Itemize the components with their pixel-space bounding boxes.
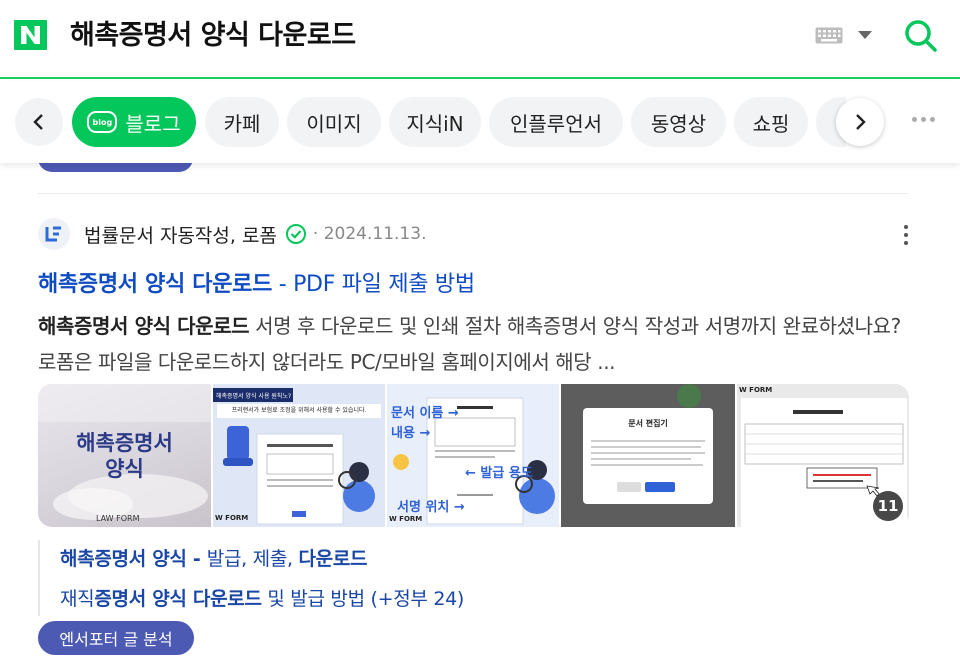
blog-icon: blog (87, 111, 118, 133)
desc-highlight: 해촉증명서 양식 다운로드 (38, 314, 250, 338)
tab-shopping[interactable]: 쇼핑 (734, 97, 808, 147)
more-icon[interactable] (912, 117, 935, 122)
tab-label: 이미지 (306, 111, 362, 136)
sublink2-prefix: 재직 (60, 588, 95, 610)
thumb3-footer: W FORM (389, 515, 423, 523)
sub-links: 해촉증명서 양식 - 발급, 제출, 다운로드 재직증명서 양식 다운로드 및 … (38, 540, 638, 616)
thumbnail-2[interactable]: 해촉증명서 양식 사용 원칙노? 프리랜서가 보험료 조정을 위해서 사용할 수… (213, 384, 385, 527)
thumb5-header: W FORM (739, 386, 773, 394)
search-header: 해촉증명서 양식 다운로드 (0, 0, 960, 79)
result-divider (38, 193, 908, 194)
search-icon[interactable] (902, 17, 940, 55)
tab-label: 지식iN (406, 111, 464, 136)
sublink2-text: 및 발급 방법 (+정부 24) (261, 588, 465, 610)
title-highlight: 해촉증명서 양식 다운로드 (38, 272, 273, 297)
lawform-logo-icon (38, 218, 70, 250)
source-name[interactable]: 법률문서 자동작성, 로폼 (84, 221, 277, 248)
thumbnail-1[interactable]: 해촉증명서 양식 LAW FORM (38, 384, 211, 527)
tab-label: 블로그 (125, 111, 181, 136)
result-title-link[interactable]: 해촉증명서 양식 다운로드 - PDF 파일 제출 방법 (38, 266, 475, 298)
tab-label: 인플루언서 (510, 111, 602, 136)
thumb3-label-sign: 서명 위치 → (397, 500, 465, 515)
thumb2-footer: W FORM (215, 514, 249, 522)
sublink2-highlight: 증명서 양식 다운로드 (94, 588, 262, 610)
tabs-next-button[interactable] (836, 98, 884, 146)
search-query-input[interactable]: 해촉증명서 양식 다운로드 (70, 14, 356, 58)
tab-label: 동영상 (650, 111, 707, 136)
thumbnail-3[interactable]: 문서 이름 → 내용 → ← 발급 용도 서명 위치 → W FORM (387, 384, 559, 527)
keyboard-icon[interactable] (815, 27, 843, 44)
more-options-icon[interactable] (902, 225, 910, 245)
result-description[interactable]: 해촉증명서 양식 다운로드 서명 후 다운로드 및 인쇄 절차 해촉증명서 양식… (38, 308, 910, 380)
chevron-down-icon[interactable] (858, 31, 872, 39)
thumbnail-5[interactable]: W FORM 11 (737, 384, 909, 527)
search-tab-bar: blog 블로그 카페 이미지 지식iN 인플루언서 동영상 쇼핑 (0, 81, 960, 163)
title-rest: - PDF 파일 제출 방법 (272, 272, 475, 297)
thumb1-footer: LAW FORM (96, 514, 140, 523)
tab-images[interactable]: 이미지 (287, 97, 381, 147)
tab-kin[interactable]: 지식iN (389, 97, 481, 147)
verified-check-icon (285, 224, 306, 244)
tab-cafe[interactable]: 카페 (205, 97, 279, 147)
tab-label: 쇼핑 (752, 111, 790, 136)
sublink1-highlight-2: 다운로드 (298, 548, 368, 570)
thumbnail-4[interactable]: 문서 편집기 (561, 384, 735, 527)
tabs-prev-button[interactable] (15, 98, 63, 146)
thumb3-label-purpose: ← 발급 용도 (465, 466, 533, 481)
thumb4-dialog-title: 문서 편집기 (628, 419, 668, 428)
result-source[interactable]: 법률문서 자동작성, 로폼 · 2024.11.13. (38, 218, 426, 250)
sub-link-2[interactable]: 재직증명서 양식 다운로드 및 발급 방법 (+정부 24) (60, 584, 464, 611)
chevron-left-icon (33, 114, 43, 130)
thumb1-title: 해촉증명서 양식 (76, 431, 173, 481)
sublink1-highlight: 해촉증명서 양식 (60, 548, 187, 570)
analysis-button[interactable]: 엔서포터 글 분석 (38, 621, 194, 655)
sublink1-text: 발급, 제출, (206, 548, 299, 570)
sub-link-1[interactable]: 해촉증명서 양식 - 발급, 제출, 다운로드 (60, 544, 368, 571)
more-images-count[interactable]: 11 (873, 491, 903, 521)
chevron-right-icon (856, 114, 866, 130)
thumb3-label-content: 내용 → (391, 426, 431, 441)
tab-influencer[interactable]: 인플루언서 (489, 97, 623, 147)
post-date: · 2024.11.13. (312, 224, 427, 244)
thumb3-label-name: 문서 이름 → (391, 406, 459, 421)
thumbnail-strip: 해촉증명서 양식 LAW FORM 해촉증명서 양식 사용 원칙노? 프리랜서가… (38, 384, 909, 527)
tab-video[interactable]: 동영상 (631, 97, 726, 147)
naver-logo[interactable] (14, 20, 47, 50)
tab-label: 카페 (223, 111, 261, 136)
sublink1-separator: - (186, 548, 207, 570)
tab-blog[interactable]: blog 블로그 (72, 97, 196, 147)
